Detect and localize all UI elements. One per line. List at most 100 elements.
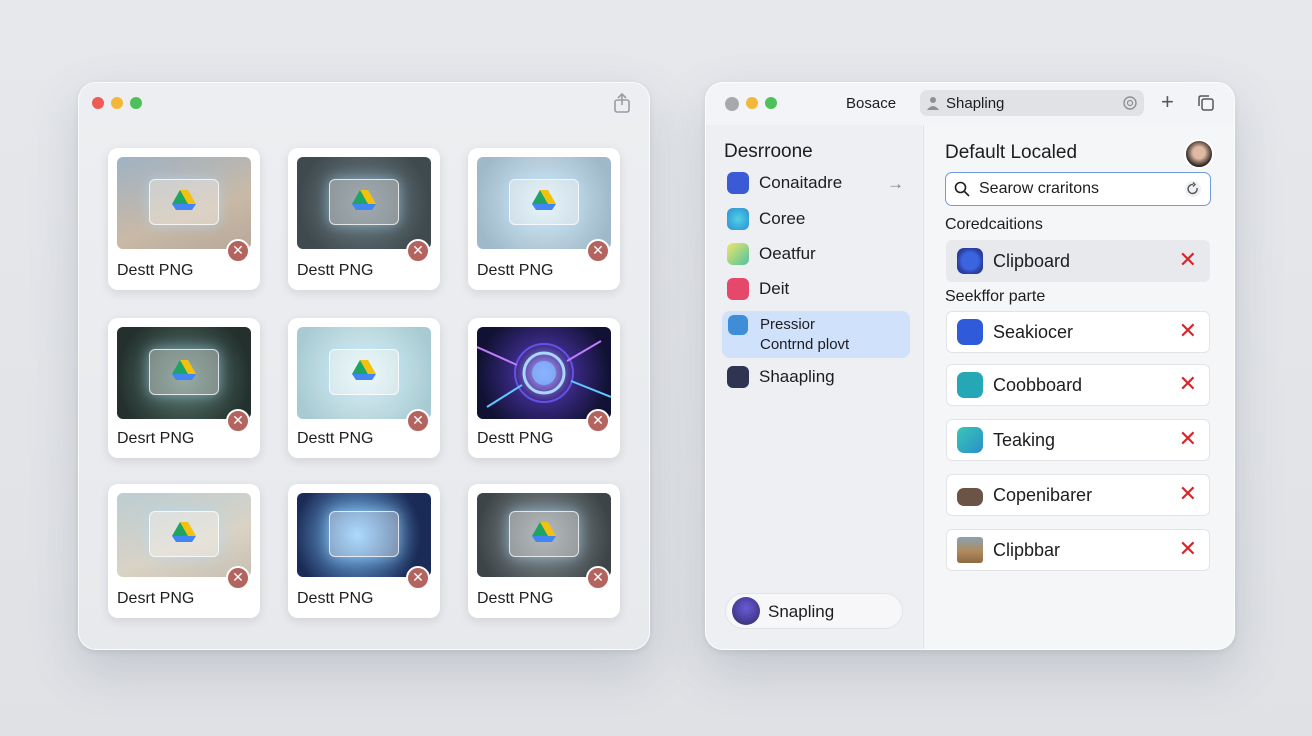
window-controls xyxy=(725,97,777,111)
section-heading: Coredcaitions xyxy=(945,216,1043,233)
user-account-button[interactable]: Snapling xyxy=(725,593,903,629)
s-app-icon xyxy=(957,372,983,398)
remove-image-button[interactable]: ✕ xyxy=(226,566,250,590)
list-item[interactable]: Clipbbar ✕ xyxy=(946,529,1210,571)
image-filename: Destt PNG xyxy=(297,262,374,279)
tab-bosace[interactable]: Bosace xyxy=(846,95,896,112)
list-item[interactable]: Coobboard ✕ xyxy=(946,364,1210,406)
list-item[interactable]: Clipboard ✕ xyxy=(946,240,1210,282)
sidebar-item-label: Oeatfur xyxy=(759,244,816,263)
image-card[interactable]: ✕ Destt PNG xyxy=(288,148,440,290)
refresh-icon[interactable] xyxy=(1184,180,1202,198)
remove-image-button[interactable]: ✕ xyxy=(406,566,430,590)
list-item[interactable]: Copenibarer ✕ xyxy=(946,474,1210,516)
image-card[interactable]: ✕ Destt PNG xyxy=(288,484,440,618)
camera-icon xyxy=(957,488,983,506)
sidebar-item-coree[interactable]: Coree xyxy=(727,208,805,230)
list-item-label: Clipboard xyxy=(993,250,1071,271)
remove-button[interactable]: ✕ xyxy=(1179,320,1197,342)
image-thumbnail xyxy=(477,493,611,577)
sidebar-item-sublabel: Contrnd plovt xyxy=(760,336,850,353)
document-icon xyxy=(727,172,749,194)
square-app-icon xyxy=(957,427,983,453)
remove-button[interactable]: ✕ xyxy=(1179,249,1197,271)
google-drive-icon xyxy=(172,522,196,542)
sidebar-item-label: Pressior xyxy=(760,316,816,333)
image-filename: Destt PNG xyxy=(477,262,554,279)
sidebar-item-deit[interactable]: Deit xyxy=(727,278,789,300)
image-filename: Destt PNG xyxy=(477,430,554,447)
list-item[interactable]: Teaking ✕ xyxy=(946,419,1210,461)
google-drive-icon xyxy=(352,190,376,210)
remove-image-button[interactable]: ✕ xyxy=(586,566,610,590)
copy-icon[interactable] xyxy=(1198,95,1214,111)
image-card[interactable]: ✕ Destt PNG xyxy=(468,484,620,618)
image-thumbnail xyxy=(117,327,251,419)
image-thumbnail xyxy=(297,157,431,249)
address-text: Shapling xyxy=(946,95,1005,112)
user-name: Snapling xyxy=(768,602,835,621)
globe-icon xyxy=(727,208,749,230)
search-icon[interactable] xyxy=(1122,95,1138,111)
search-input[interactable]: Searow craritons xyxy=(945,172,1211,206)
google-drive-icon xyxy=(352,360,376,380)
image-card[interactable]: ✕ Destt PNG xyxy=(108,148,260,290)
image-thumbnail xyxy=(477,327,611,419)
image-thumbnail xyxy=(297,327,431,419)
remove-image-button[interactable]: ✕ xyxy=(586,409,610,433)
remove-image-button[interactable]: ✕ xyxy=(226,409,250,433)
image-thumbnail xyxy=(117,493,251,577)
remove-button[interactable]: ✕ xyxy=(1179,538,1197,560)
s-icon xyxy=(728,315,748,335)
window-controls xyxy=(92,97,142,109)
minimize-window-button[interactable] xyxy=(746,97,758,109)
sidebar-item-conaitadre[interactable]: Conaitadre xyxy=(727,172,842,194)
share-icon[interactable] xyxy=(612,92,632,114)
avatar[interactable] xyxy=(1184,139,1214,169)
image-filename: Destt PNG xyxy=(117,262,194,279)
image-card[interactable]: ✕ Desrt PNG xyxy=(108,484,260,618)
remove-image-button[interactable]: ✕ xyxy=(586,239,610,263)
clipboard-icon xyxy=(957,248,983,274)
remove-image-button[interactable]: ✕ xyxy=(226,239,250,263)
google-drive-icon xyxy=(172,360,196,380)
zoom-window-button[interactable] xyxy=(765,97,777,109)
search-icon xyxy=(954,181,970,197)
sidebar-item-pressior[interactable]: Pressior Contrnd plovt xyxy=(722,311,910,358)
new-tab-button[interactable]: + xyxy=(1161,91,1174,113)
stack-icon xyxy=(727,366,749,388)
sidebar-item-shaapling[interactable]: Shaapling xyxy=(727,366,835,388)
minimize-window-button[interactable] xyxy=(111,97,123,109)
image-card[interactable]: ✕ Destt PNG xyxy=(468,318,620,458)
image-card[interactable]: ✕ Destt PNG xyxy=(468,148,620,290)
google-drive-icon xyxy=(532,190,556,210)
target-icon xyxy=(727,278,749,300)
list-item-label: Seakiocer xyxy=(993,321,1074,342)
remove-button[interactable]: ✕ xyxy=(1179,428,1197,450)
image-thumbnail xyxy=(477,157,611,249)
zoom-window-button[interactable] xyxy=(130,97,142,109)
folder-icon xyxy=(727,243,749,265)
sidebar-item-oeatfur[interactable]: Oeatfur xyxy=(727,243,816,265)
close-window-button[interactable] xyxy=(92,97,104,109)
image-filename: Destt PNG xyxy=(477,590,554,607)
page-title: Default Localed xyxy=(945,142,1078,163)
image-card[interactable]: ✕ Desrt PNG xyxy=(108,318,260,458)
arrow-right-icon[interactable]: → xyxy=(887,174,904,194)
image-filename: Destt PNG xyxy=(297,430,374,447)
image-thumbnail xyxy=(297,493,431,577)
photo-icon xyxy=(957,537,983,563)
address-bar[interactable]: Shapling xyxy=(920,90,1144,116)
close-window-button[interactable] xyxy=(725,97,739,111)
remove-button[interactable]: ✕ xyxy=(1179,483,1197,505)
remove-button[interactable]: ✕ xyxy=(1179,373,1197,395)
sidebar-heading: Desrroone xyxy=(724,141,813,162)
s-app-icon xyxy=(957,319,983,345)
google-drive-icon xyxy=(532,522,556,542)
image-filename: Desrt PNG xyxy=(117,430,195,447)
sidebar-item-label: Deit xyxy=(759,279,790,298)
remove-image-button[interactable]: ✕ xyxy=(406,409,430,433)
image-card[interactable]: ✕ Destt PNG xyxy=(288,318,440,458)
list-item[interactable]: Seakiocer ✕ xyxy=(946,311,1210,353)
remove-image-button[interactable]: ✕ xyxy=(406,239,430,263)
